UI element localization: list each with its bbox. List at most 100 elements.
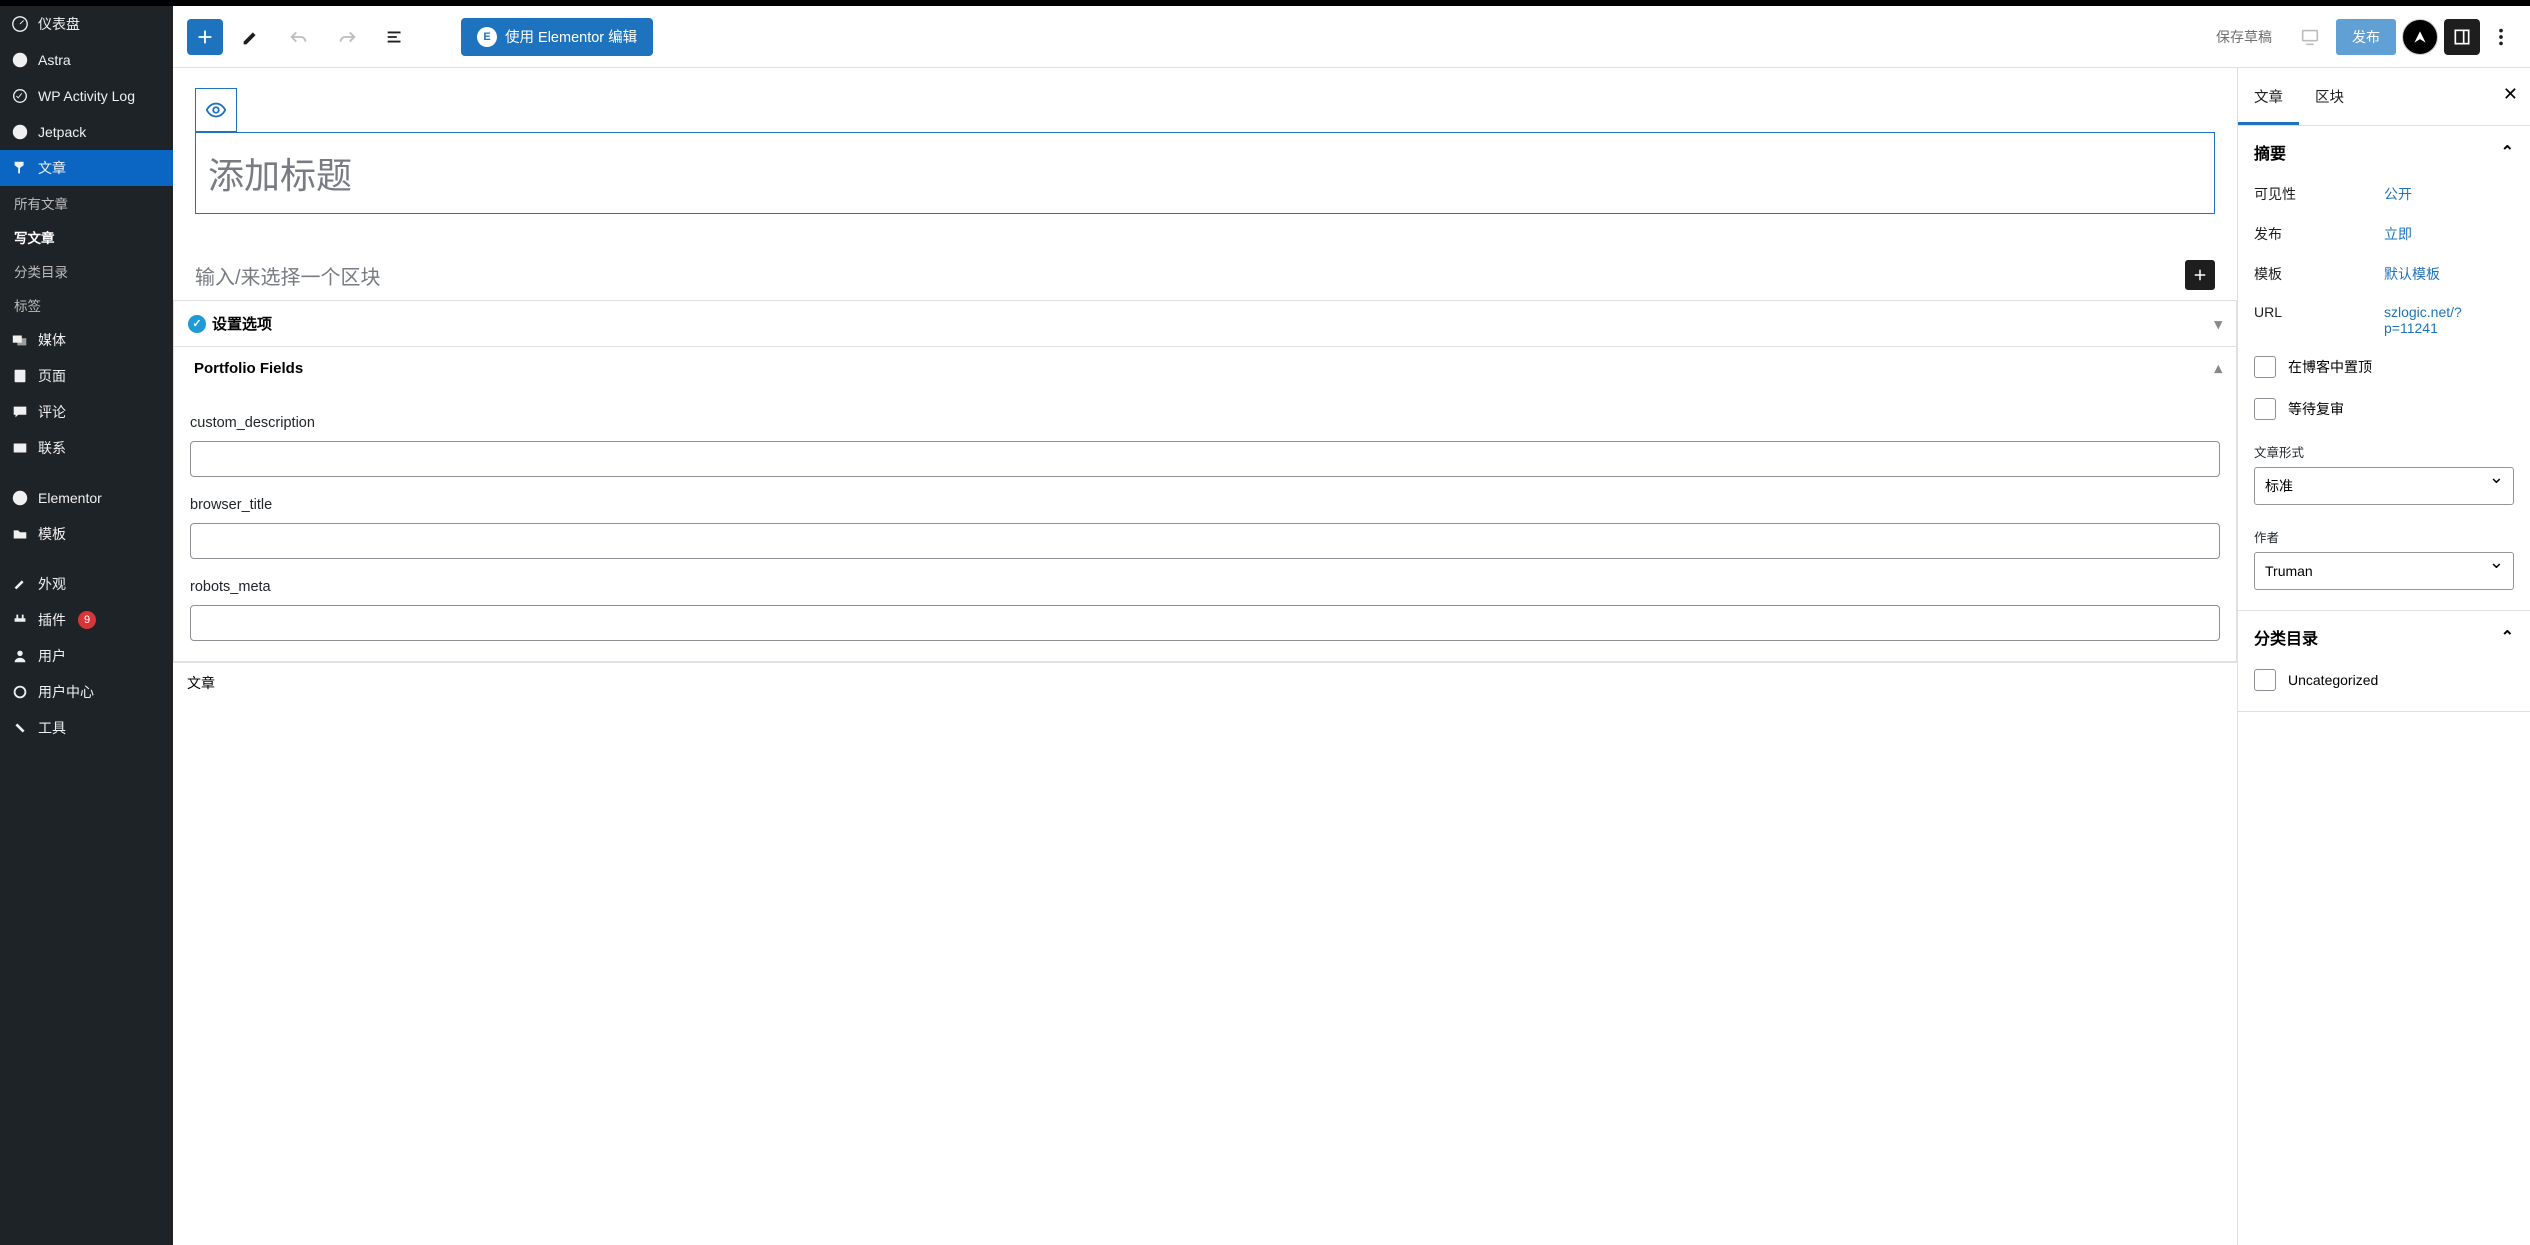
template-value[interactable]: 默认模板 [2384,264,2514,284]
field-label: custom_description [190,415,2220,431]
preview-button[interactable] [2290,19,2330,55]
sidebar-item-tools[interactable]: 工具 [0,710,173,746]
sidebar-item-user-center[interactable]: 用户中心 [0,674,173,710]
sticky-checkbox[interactable] [2254,356,2276,378]
sidebar-label: Jetpack [38,124,86,140]
sidebar-label: 文章 [38,158,66,178]
summary-heading: 摘要 [2254,140,2286,164]
template-label: 模板 [2254,264,2384,284]
editor-column: 添加标题 输入/来选择一个区块 ✓设置选项 ▾ Portfolio Fields [173,68,2237,1245]
format-label: 文章形式 [2254,442,2514,461]
sidebar-item-jetpack[interactable]: Jetpack [0,114,173,150]
summary-section-header[interactable]: 摘要 ⌃ [2254,140,2514,164]
category-section-header[interactable]: 分类目录 ⌃ [2254,625,2514,649]
sidebar-label: 插件 [38,610,66,630]
field-label: browser_title [190,497,2220,513]
page-icon [10,366,30,386]
redo-button[interactable] [327,19,367,55]
sidebar-subitem-categories[interactable]: 分类目录 [0,254,173,288]
sidebar-item-contact[interactable]: 联系 [0,430,173,466]
publish-label: 发布 [2254,224,2384,244]
custom-description-input[interactable] [190,441,2220,477]
settings-options-panel-header[interactable]: ✓设置选项 ▾ [174,301,2236,346]
admin-sidebar: 仪表盘 Astra WP Activity Log Jetpack 文章 所有文… [0,6,173,1245]
sidebar-label: 联系 [38,438,66,458]
sidebar-item-dashboard[interactable]: 仪表盘 [0,6,173,42]
visibility-icon-box[interactable] [195,88,237,132]
sidebar-item-pages[interactable]: 页面 [0,358,173,394]
chevron-up-icon: ▴ [2214,359,2222,377]
block-placeholder[interactable]: 输入/来选择一个区块 [195,261,381,290]
dashboard-icon [10,14,30,34]
sidebar-item-users[interactable]: 用户 [0,638,173,674]
sidebar-label: 页面 [38,366,66,386]
category-label: Uncategorized [2288,672,2378,688]
save-draft-button[interactable]: 保存草稿 [2204,19,2284,55]
activity-icon [10,86,30,106]
panel-title: Portfolio Fields [194,360,303,377]
elementor-icon [10,488,30,508]
pending-label: 等待复审 [2288,399,2344,419]
visibility-value[interactable]: 公开 [2384,184,2514,204]
elementor-edit-button[interactable]: E 使用 Elementor 编辑 [461,18,653,56]
chevron-up-icon: ⌃ [2501,142,2514,162]
sidebar-label: 用户 [38,646,66,666]
sidebar-subitem-all-posts[interactable]: 所有文章 [0,186,173,220]
category-uncategorized-checkbox[interactable] [2254,669,2276,691]
publish-value[interactable]: 立即 [2384,224,2514,244]
title-placeholder: 添加标题 [196,133,2214,213]
pending-review-checkbox[interactable] [2254,398,2276,420]
tab-post[interactable]: 文章 [2238,68,2299,125]
author-select[interactable]: Truman [2254,552,2514,590]
visibility-label: 可见性 [2254,184,2384,204]
mail-icon [10,438,30,458]
sidebar-item-media[interactable]: 媒体 [0,322,173,358]
mini-tab-post[interactable]: 文章 [187,673,215,693]
portfolio-fields-panel-header[interactable]: Portfolio Fields ▴ [174,347,2236,389]
sidebar-item-comments[interactable]: 评论 [0,394,173,430]
panel-title: 设置选项 [212,313,272,334]
sidebar-item-posts[interactable]: 文章 [0,150,173,186]
sidebar-item-elementor[interactable]: Elementor [0,480,173,516]
sidebar-label: 仪表盘 [38,14,80,34]
sidebar-item-plugins[interactable]: 插件 9 [0,602,173,638]
sidebar-item-appearance[interactable]: 外观 [0,566,173,602]
add-block-button[interactable] [187,19,223,55]
sidebar-item-templates[interactable]: 模板 [0,516,173,552]
gear-icon [10,682,30,702]
sidebar-label: 模板 [38,524,66,544]
folder-icon [10,524,30,544]
sidebar-label: 媒体 [38,330,66,350]
publish-button[interactable]: 发布 [2336,19,2396,55]
browser-title-input[interactable] [190,523,2220,559]
comment-icon [10,402,30,422]
post-format-select[interactable]: 标准 [2254,467,2514,505]
more-options-button[interactable] [2486,26,2516,48]
category-heading: 分类目录 [2254,625,2318,649]
url-value[interactable]: szlogic.net/?p=11241 [2384,304,2514,336]
sidebar-item-astra[interactable]: Astra [0,42,173,78]
close-settings-button[interactable]: ✕ [2503,84,2518,105]
sidebar-subitem-tags[interactable]: 标签 [0,288,173,322]
settings-panel-toggle[interactable] [2444,19,2480,55]
inline-add-block-button[interactable] [2185,260,2215,290]
user-icon [10,646,30,666]
outline-button[interactable] [375,19,415,55]
robots-meta-input[interactable] [190,605,2220,641]
sidebar-label: 评论 [38,402,66,422]
post-title-input[interactable]: 添加标题 [195,132,2215,214]
edit-mode-button[interactable] [231,19,271,55]
astra-settings-button[interactable] [2402,19,2438,55]
sticky-label: 在博客中置顶 [2288,357,2372,377]
tab-block[interactable]: 区块 [2299,68,2360,125]
sidebar-label: 用户中心 [38,682,94,702]
brush-icon [10,574,30,594]
sidebar-item-activity-log[interactable]: WP Activity Log [0,78,173,114]
elementor-logo-icon: E [477,27,497,47]
sidebar-subitem-new-post[interactable]: 写文章 [0,220,173,254]
url-label: URL [2254,304,2384,336]
pin-icon [10,158,30,178]
chevron-up-icon: ⌃ [2501,627,2514,647]
update-badge: 9 [78,611,96,629]
undo-button[interactable] [279,19,319,55]
